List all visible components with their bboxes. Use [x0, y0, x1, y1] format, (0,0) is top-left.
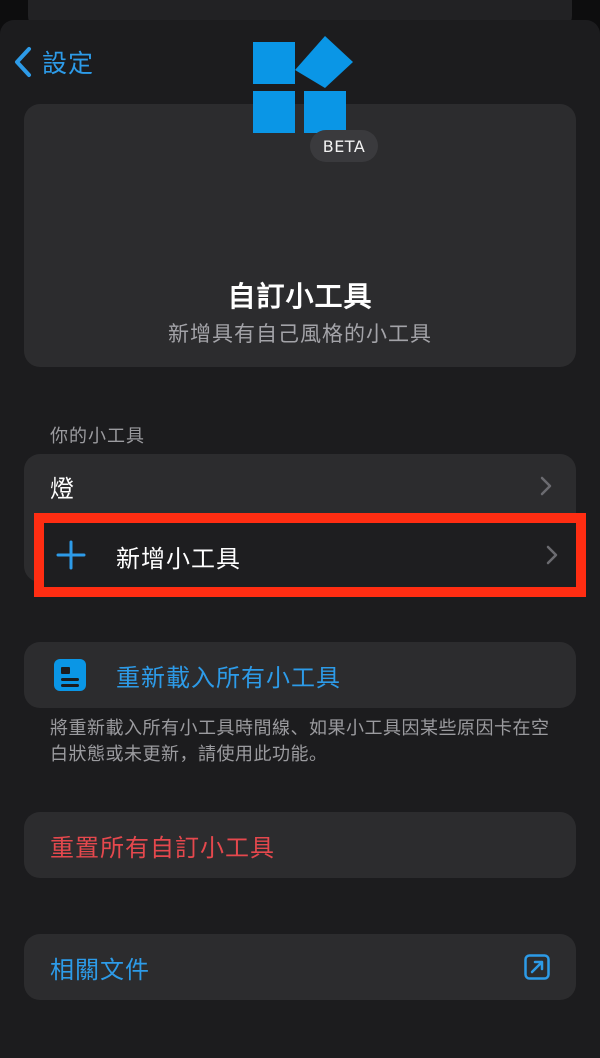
back-button[interactable]: 設定: [12, 44, 94, 80]
widget-row-light[interactable]: 燈: [24, 454, 576, 518]
reload-label: 重新載入所有小工具: [116, 663, 341, 692]
external-link-icon: [524, 954, 550, 980]
related-docs-button[interactable]: 相關文件: [24, 934, 576, 1000]
chevron-left-icon: [15, 47, 31, 77]
reload-all-widgets-button[interactable]: 重新載入所有小工具: [24, 642, 576, 708]
document-list-icon: [54, 659, 86, 691]
back-label: 設定: [42, 49, 95, 78]
page-title: 自訂小工具: [227, 280, 373, 313]
section-header-your-widgets: 你的小工具: [50, 426, 145, 447]
beta-badge: BETA: [310, 130, 378, 162]
reload-footnote: 將重新載入所有小工具時間線、如果小工具因某些原因卡在空白狀態或未更新，請使用此功…: [50, 718, 550, 765]
page-subtitle: 新增具有自己風格的小工具: [168, 322, 432, 346]
chevron-right-icon: [540, 476, 552, 496]
docs-label: 相關文件: [50, 955, 150, 984]
reset-label: 重置所有自訂小工具: [50, 833, 275, 862]
widgets-logo-icon: [253, 36, 353, 133]
highlight-annotation-box: [34, 513, 586, 597]
widget-label: 燈: [50, 474, 75, 503]
reset-all-widgets-button[interactable]: 重置所有自訂小工具: [24, 812, 576, 878]
